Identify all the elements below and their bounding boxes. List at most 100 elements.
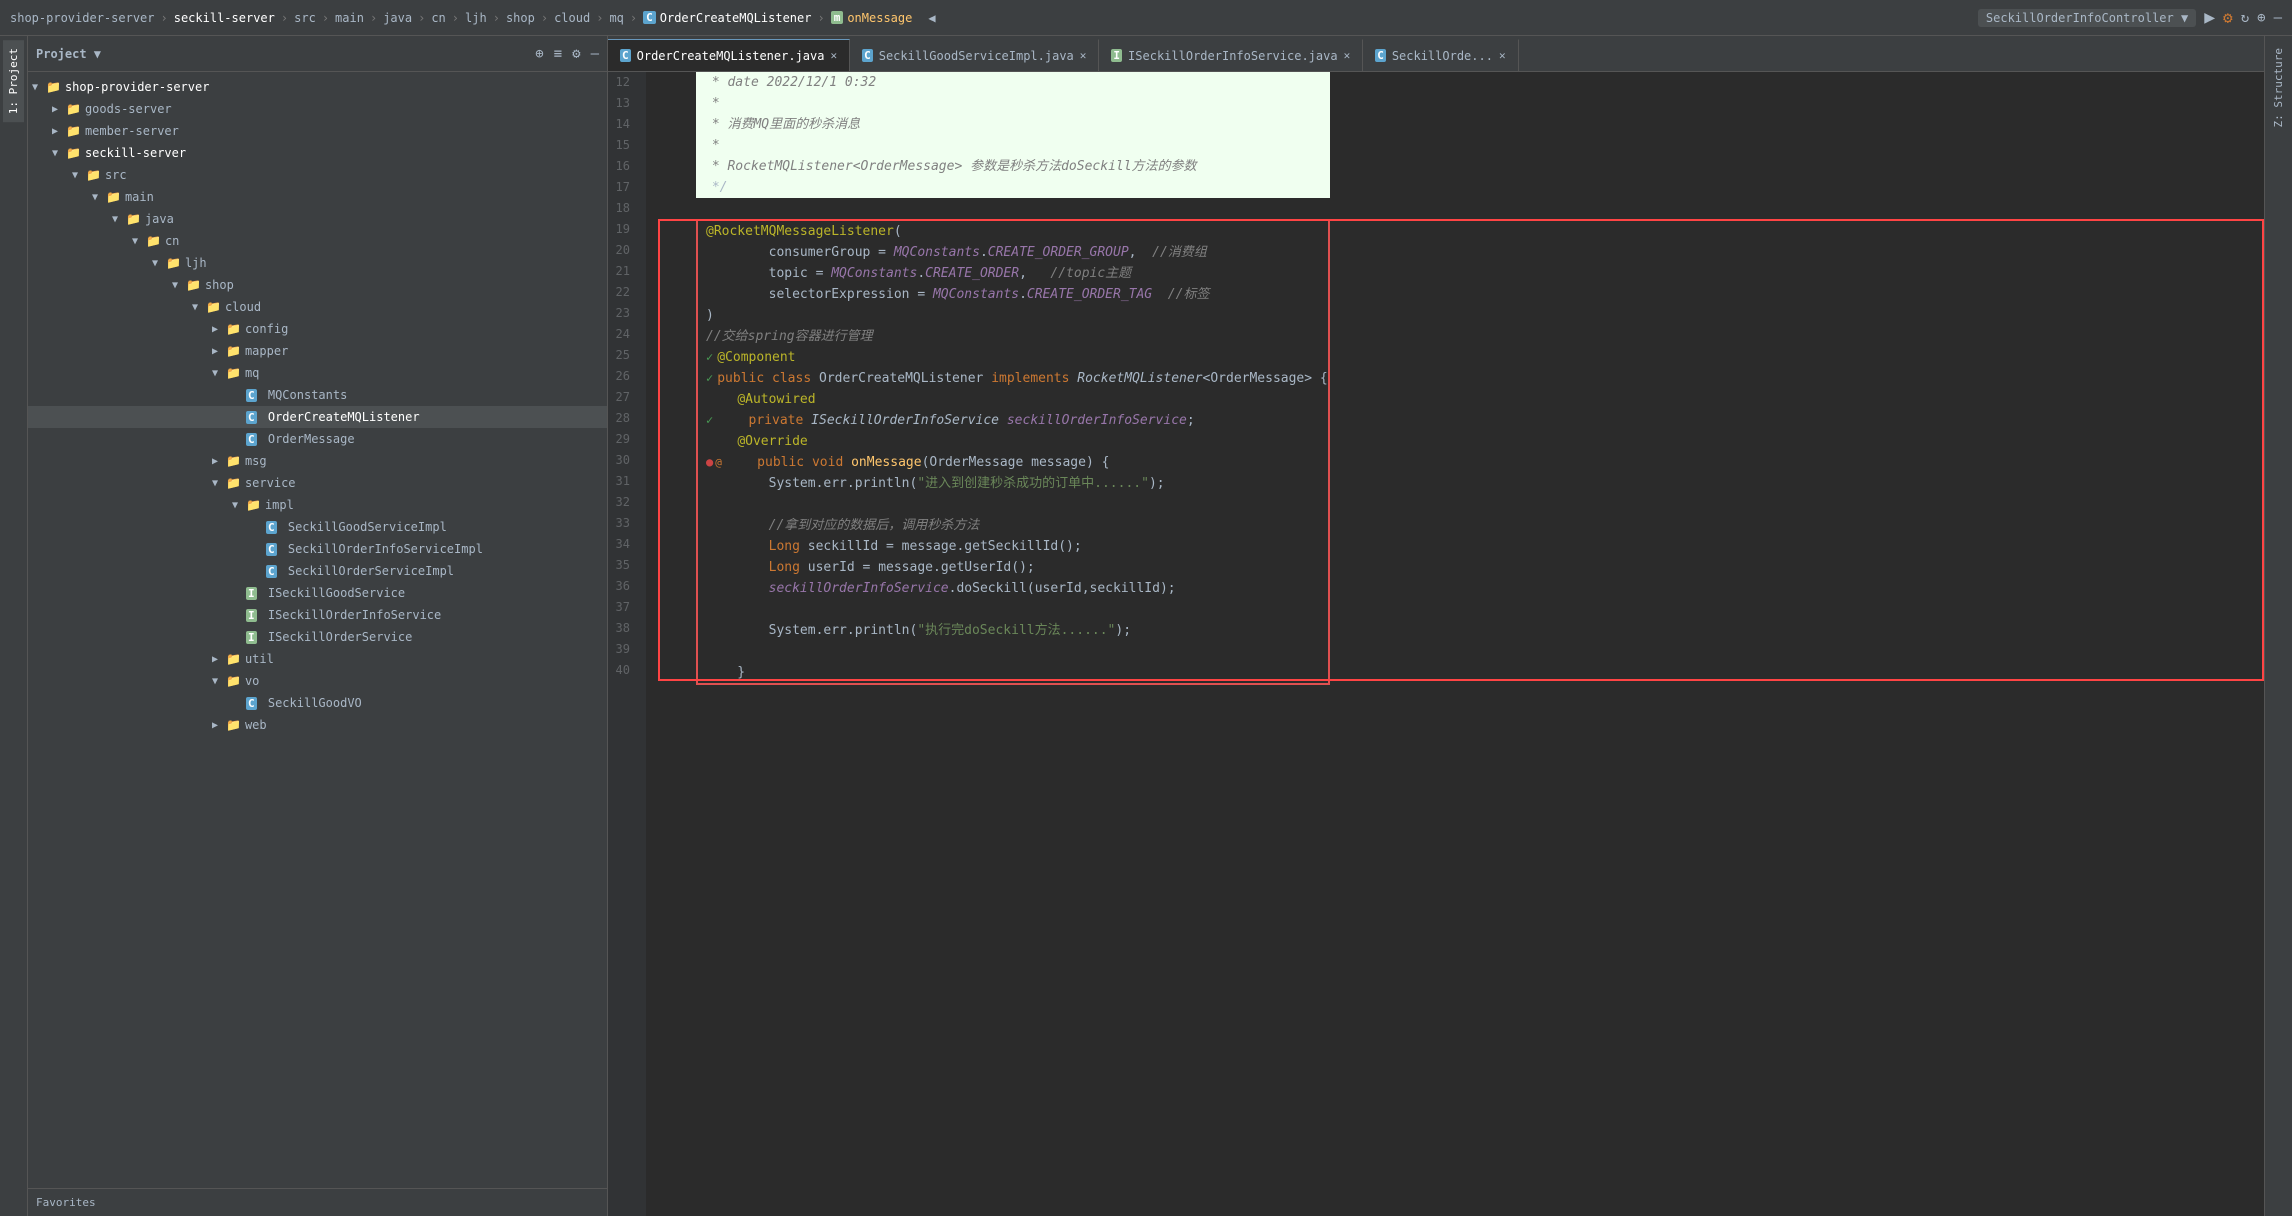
code-line-39 <box>698 641 1328 662</box>
code-line-30: ●@ public void onMessage(OrderMessage me… <box>698 452 1328 473</box>
tree-item-vo[interactable]: ▼ 📁 vo <box>28 670 607 692</box>
red-border-block: @RocketMQMessageListener( consumerGroup … <box>696 219 1330 685</box>
tree-item-seckillgoodserviceimpl[interactable]: ▶ C SeckillGoodServiceImpl <box>28 516 607 538</box>
breadcrumb-item-8[interactable]: cloud <box>554 11 590 25</box>
run-button[interactable]: ▶ <box>2204 7 2215 28</box>
tab-label-2: ISeckillOrderInfoService.java <box>1128 49 1338 63</box>
code-line-22: selectorExpression = MQConstants.CREATE_… <box>698 284 1328 305</box>
tree-item-seckill-server[interactable]: ▼ 📁 seckill-server <box>28 142 607 164</box>
tree-item-impl[interactable]: ▼ 📁 impl <box>28 494 607 516</box>
tree-item-iseckillgoodservice[interactable]: ▶ I ISeckillGoodService <box>28 582 607 604</box>
tree-item-java[interactable]: ▼ 📁 java <box>28 208 607 230</box>
code-line-19: @RocketMQMessageListener( <box>698 221 1328 242</box>
tab-close-2[interactable]: ✕ <box>1344 49 1351 62</box>
tree-item-member-server[interactable]: ▶ 📁 member-server <box>28 120 607 142</box>
code-line-34: Long seckillId = message.getSeckillId(); <box>698 536 1328 557</box>
breadcrumb-item-3[interactable]: main <box>335 11 364 25</box>
tree-item-ljh[interactable]: ▼ 📁 ljh <box>28 252 607 274</box>
code-line-36: seckillOrderInfoService.doSeckill(userId… <box>698 578 1328 599</box>
breadcrumb-item-2[interactable]: src <box>294 11 316 25</box>
panel-ctrl-3[interactable]: ⚙ <box>572 46 580 62</box>
breadcrumb-item-class[interactable]: OrderCreateMQListener <box>660 11 812 25</box>
tree-item-seckillorderserviceimpl[interactable]: ▶ C SeckillOrderServiceImpl <box>28 560 607 582</box>
code-line-23: ) <box>698 305 1328 326</box>
main-layout: 1: Project Project ▼ ⊕ ≡ ⚙ — ▼ 📁 shop-pr… <box>0 36 2292 1216</box>
tree-item-ordercreateMQlistener[interactable]: ▶ C OrderCreateMQListener <box>28 406 607 428</box>
code-line-21: topic = MQConstants.CREATE_ORDER, //topi… <box>698 263 1328 284</box>
debug-button[interactable]: ⚙ <box>2223 8 2233 27</box>
breadcrumb-item-5[interactable]: cn <box>431 11 445 25</box>
tab-seckillorde[interactable]: C SeckillOrde... ✕ <box>1363 39 1518 71</box>
tab-label-0: OrderCreateMQListener.java <box>637 49 825 63</box>
tree-item-util[interactable]: ▶ 📁 util <box>28 648 607 670</box>
code-line-37 <box>698 599 1328 620</box>
editor-tabs-bar: C OrderCreateMQListener.java ✕ C Seckill… <box>608 36 2264 72</box>
code-line-20: consumerGroup = MQConstants.CREATE_ORDER… <box>698 242 1328 263</box>
tree-item-iseckillorderinfoservice[interactable]: ▶ I ISeckillOrderInfoService <box>28 604 607 626</box>
code-line-13: * <box>696 93 1330 114</box>
tree-item-ordermessage[interactable]: ▶ C OrderMessage <box>28 428 607 450</box>
panel-ctrl-4[interactable]: — <box>591 46 599 62</box>
tree-item-config[interactable]: ▶ 📁 config <box>28 318 607 340</box>
tab-label-1: SeckillGoodServiceImpl.java <box>879 49 1074 63</box>
code-main-area[interactable]: * date 2022/12/1 0:32 * * 消费MQ里面的秒杀消息 * … <box>696 72 1330 1216</box>
tree-item-shop[interactable]: ▼ 📁 shop <box>28 274 607 296</box>
favorites-bar: Favorites <box>28 1188 607 1216</box>
breadcrumb-item-1[interactable]: seckill-server <box>174 11 275 25</box>
panel-ctrl-1[interactable]: ⊕ <box>535 46 543 62</box>
tab-seckillgoodserviceimpl[interactable]: C SeckillGoodServiceImpl.java ✕ <box>850 39 1099 71</box>
tree-item-mapper[interactable]: ▶ 📁 mapper <box>28 340 607 362</box>
side-tabs: 1: Project <box>0 36 28 1216</box>
breadcrumb-nav-back[interactable]: ◀ <box>928 11 935 25</box>
sidebar-tab-project[interactable]: 1: Project <box>3 40 24 122</box>
panel-controls: ⊕ ≡ ⚙ — <box>535 46 599 62</box>
breadcrumb-item-7[interactable]: shop <box>506 11 535 25</box>
code-line-17: */ <box>696 177 1330 198</box>
reload-button[interactable]: ↻ <box>2241 10 2249 26</box>
tab-close-1[interactable]: ✕ <box>1080 49 1087 62</box>
tab-close-3[interactable]: ✕ <box>1499 49 1506 62</box>
tree-item-seckillgoodvo[interactable]: ▶ C SeckillGoodVO <box>28 692 607 714</box>
tree-item-mqconstants[interactable]: ▶ C MQConstants <box>28 384 607 406</box>
code-line-29: @Override <box>698 431 1328 452</box>
tree-item-cloud[interactable]: ▼ 📁 cloud <box>28 296 607 318</box>
tree-item-mq[interactable]: ▼ 📁 mq <box>28 362 607 384</box>
breadcrumb-item-4[interactable]: java <box>383 11 412 25</box>
breadcrumb-item-method[interactable]: onMessage <box>847 11 912 25</box>
code-line-27: @Autowired <box>698 389 1328 410</box>
breadcrumb-item-6[interactable]: ljh <box>465 11 487 25</box>
tree-item-goods-server[interactable]: ▶ 📁 goods-server <box>28 98 607 120</box>
structure-tab-label[interactable]: Z: Structure <box>2268 40 2289 135</box>
tree-item-src[interactable]: ▼ 📁 src <box>28 164 607 186</box>
code-line-35: Long userId = message.getUserId(); <box>698 557 1328 578</box>
breadcrumb-class-icon: C <box>643 11 656 24</box>
code-line-15: * <box>696 135 1330 156</box>
breadcrumb-item-9[interactable]: mq <box>609 11 623 25</box>
tab-close-0[interactable]: ✕ <box>830 49 837 62</box>
tree-item-web[interactable]: ▶ 📁 web <box>28 714 607 736</box>
panel-title: Project ▼ <box>36 47 101 61</box>
tree-item-service[interactable]: ▼ 📁 service <box>28 472 607 494</box>
editor-area: C OrderCreateMQListener.java ✕ C Seckill… <box>608 36 2264 1216</box>
collapse-button[interactable]: — <box>2274 10 2282 26</box>
tab-icon-2: I <box>1111 49 1122 62</box>
tree-item-main[interactable]: ▼ 📁 main <box>28 186 607 208</box>
code-line-38: System.err.println("执行完doSeckill方法......… <box>698 620 1328 641</box>
panel-ctrl-2[interactable]: ≡ <box>554 46 562 62</box>
tab-iseckillorderinfoservice[interactable]: I ISeckillOrderInfoService.java ✕ <box>1099 39 1363 71</box>
more-button[interactable]: ⊕ <box>2257 10 2265 26</box>
panel-header: Project ▼ ⊕ ≡ ⚙ — <box>28 36 607 72</box>
tab-ordercreateMQlistener[interactable]: C OrderCreateMQListener.java ✕ <box>608 39 850 71</box>
tree-item-iseckillorderservice[interactable]: ▶ I ISeckillOrderService <box>28 626 607 648</box>
code-wrapper: 12 13 14 15 16 17 18 19 20 21 22 23 24 2… <box>608 72 2264 1216</box>
tree-item-cn[interactable]: ▼ 📁 cn <box>28 230 607 252</box>
code-line-40: } <box>698 662 1328 683</box>
controller-dropdown[interactable]: SeckillOrderInfoController ▼ <box>1978 9 2196 27</box>
tree-item-msg[interactable]: ▶ 📁 msg <box>28 450 607 472</box>
code-line-24: //交给spring容器进行管理 <box>698 326 1328 347</box>
tree-item-shop-provider-server[interactable]: ▼ 📁 shop-provider-server <box>28 76 607 98</box>
code-line-16: * RocketMQListener<OrderMessage> 参数是秒杀方法… <box>696 156 1330 177</box>
breadcrumb-item-0[interactable]: shop-provider-server <box>10 11 155 25</box>
tree-item-seckillorderinfoserviceimpl[interactable]: ▶ C SeckillOrderInfoServiceImpl <box>28 538 607 560</box>
code-line-12: * date 2022/12/1 0:32 <box>696 72 1330 93</box>
